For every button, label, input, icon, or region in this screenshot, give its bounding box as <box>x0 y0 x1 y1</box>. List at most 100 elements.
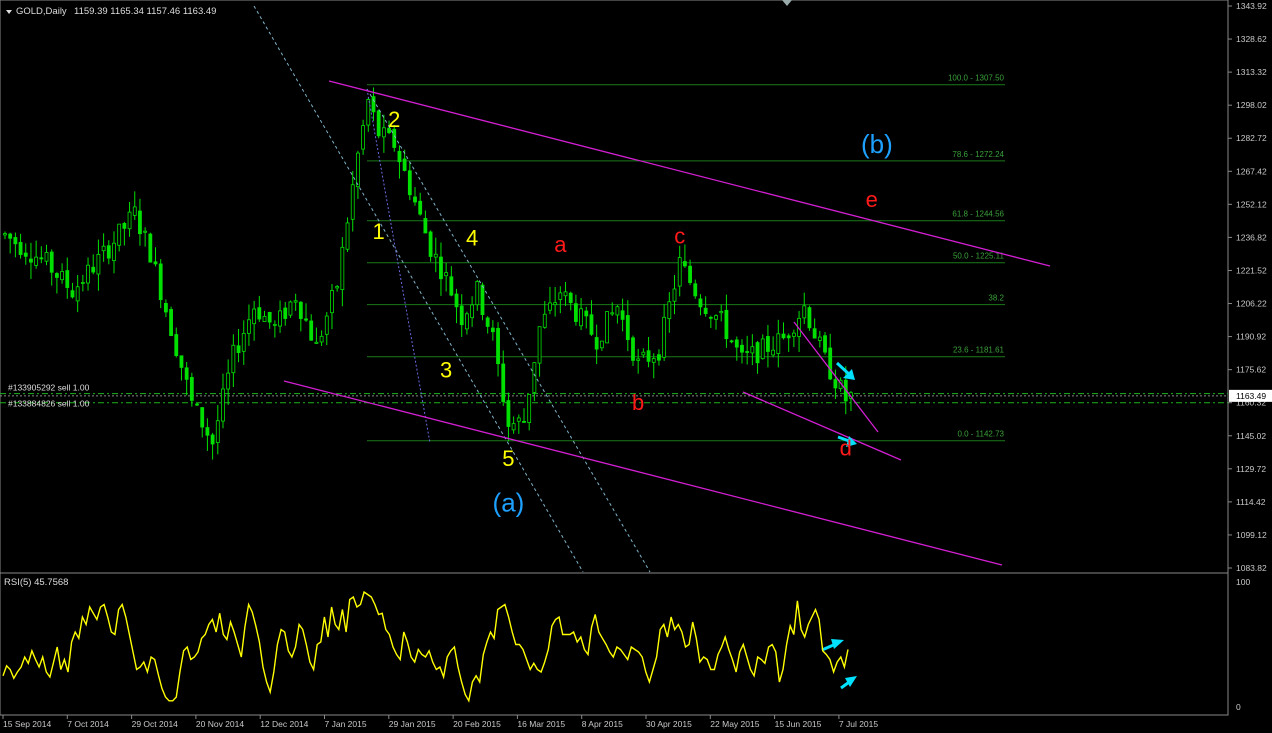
time-tick-label: 15 Jun 2015 <box>775 719 822 729</box>
candle-body <box>740 344 744 353</box>
candle-body <box>548 302 552 311</box>
rsi-line <box>2 590 849 703</box>
fib-level-label: 61.8 - 1244.56 <box>952 210 1004 219</box>
candle-body <box>620 310 625 320</box>
candle-body <box>522 420 526 423</box>
price-tick-label: 1313.32 <box>1236 67 1267 77</box>
candle-body <box>823 335 827 353</box>
candle-body <box>605 311 609 344</box>
candle-body <box>594 337 599 350</box>
candle-body <box>205 427 210 436</box>
fib-level-label: 100.0 - 1307.50 <box>948 74 1005 83</box>
arrow-down-right-icon <box>835 361 855 380</box>
trade-lines[interactable]: #133905292 sell 1.00 #133884826 sell 1.00 <box>0 383 1228 409</box>
candle-body <box>766 336 770 352</box>
candle-body <box>345 222 350 250</box>
candle-body <box>288 301 293 316</box>
candle-body <box>734 339 739 348</box>
candle-body <box>392 128 397 148</box>
candle-body <box>195 403 199 406</box>
chart-shift-marker-icon[interactable] <box>782 0 792 6</box>
wave-label: 3 <box>440 357 452 382</box>
price-tick-label: 1145.02 <box>1236 431 1266 441</box>
candle-body <box>29 258 33 263</box>
candle-body <box>376 110 381 137</box>
chevron-down-icon[interactable] <box>6 10 12 14</box>
candle-body <box>319 335 324 343</box>
candle-body <box>278 310 282 327</box>
candle-body <box>433 253 438 258</box>
candle-body <box>236 345 241 354</box>
dashed-trendline-1[interactable] <box>253 5 584 573</box>
wave-label: 5 <box>502 446 514 471</box>
candle-body <box>272 323 277 326</box>
candle-body <box>324 315 329 335</box>
time-tick-label: 29 Jan 2015 <box>389 719 436 729</box>
candle-body <box>18 242 23 255</box>
candle-body <box>80 282 85 284</box>
candle-body <box>574 303 578 322</box>
candle-body <box>682 261 687 267</box>
candle-body <box>231 344 236 374</box>
candle-body <box>153 261 158 265</box>
candle-body <box>688 265 692 283</box>
candle-body <box>215 420 220 443</box>
channel-upper-line[interactable] <box>328 80 1051 267</box>
price-tick-label: 1129.72 <box>1236 464 1266 474</box>
candle-body <box>454 293 459 308</box>
candle-body <box>465 313 469 330</box>
triangle-lower-line[interactable] <box>742 391 902 461</box>
price-tick-label: 1190.92 <box>1236 332 1266 342</box>
candle-body <box>200 407 205 428</box>
candle-body <box>397 150 402 163</box>
candle-body <box>672 288 677 302</box>
price-tick-label: 1267.42 <box>1236 166 1267 176</box>
candle-body <box>283 307 288 319</box>
time-tick-label: 7 Jul 2015 <box>839 719 878 729</box>
candle-body <box>221 388 225 422</box>
candle-body <box>267 311 272 323</box>
candle-body <box>226 372 231 390</box>
time-tick-label: 30 Apr 2015 <box>646 719 692 729</box>
candle-body <box>39 257 44 260</box>
candle-body <box>34 256 39 266</box>
fib-level-label: 50.0 - 1225.11 <box>953 252 1005 261</box>
candle-body <box>112 242 116 261</box>
candle-body <box>760 338 765 360</box>
price-tick-label: 1343.92 <box>1236 1 1267 11</box>
candle-body <box>257 307 262 320</box>
candle-body <box>636 358 641 361</box>
price-tick-label: 1175.62 <box>1236 365 1266 375</box>
candle-body <box>65 270 70 288</box>
candle-body <box>262 315 267 323</box>
wave-label: d <box>840 435 852 460</box>
fib-level-label: 78.6 - 1272.24 <box>952 150 1004 159</box>
price-tick-label: 1099.12 <box>1236 530 1267 540</box>
candle-body <box>241 332 246 352</box>
current-price-label: 1163.49 <box>1236 391 1266 401</box>
candle-body <box>366 99 371 126</box>
candle-body <box>210 434 215 445</box>
price-tick-label: 1328.62 <box>1236 34 1267 44</box>
candle-body <box>485 317 490 327</box>
candle-body <box>698 298 703 308</box>
candle-body <box>470 304 475 319</box>
candle-body <box>189 377 194 401</box>
candle-body <box>662 316 667 358</box>
triangle-upper-line[interactable] <box>793 321 879 433</box>
elliott-wave-labels: 2 1 4 3 5 (a) a b c d (b) e <box>373 107 893 518</box>
candle-body <box>23 252 28 257</box>
chart-canvas[interactable]: 100.0 - 1307.50 78.6 - 1272.24 61.8 - 1244… <box>0 0 1272 733</box>
candle-body <box>148 233 153 263</box>
time-tick-label: 20 Feb 2015 <box>453 719 501 729</box>
candle-body <box>298 301 303 319</box>
candle-body <box>407 170 412 196</box>
candle-body <box>49 251 54 273</box>
fib-level-label: 0.0 - 1142.73 <box>957 430 1004 439</box>
candle-body <box>553 302 558 306</box>
time-tick-label: 16 Mar 2015 <box>517 719 565 729</box>
candle-body <box>750 346 755 354</box>
candle-body <box>122 222 127 229</box>
candle-body <box>833 379 838 389</box>
candle-body <box>589 314 594 335</box>
